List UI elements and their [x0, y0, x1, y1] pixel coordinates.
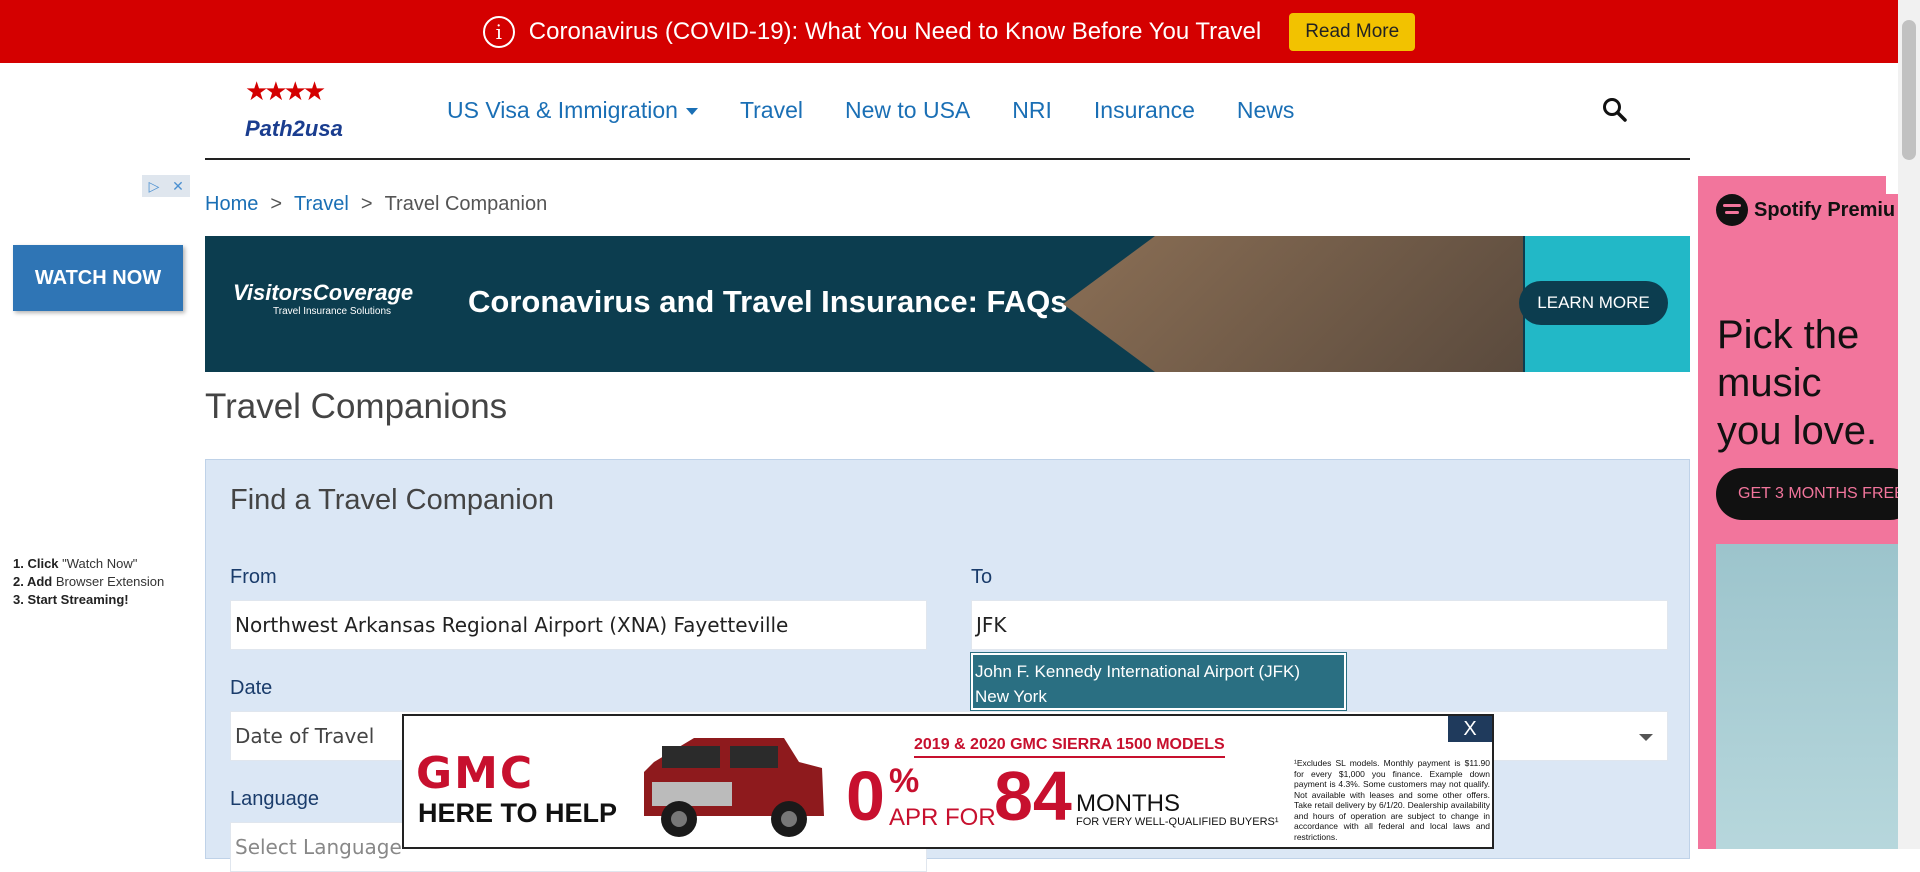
headline-line-2: music — [1717, 361, 1822, 405]
to-label: To — [971, 566, 993, 588]
banner-logo-sub: Travel Insurance Solutions — [273, 306, 392, 317]
chevron-down-icon — [1639, 734, 1653, 741]
suggestion-line-2: New York — [975, 687, 1047, 706]
ad-close-button[interactable]: X — [1448, 716, 1492, 742]
breadcrumb-travel[interactable]: Travel — [294, 193, 349, 216]
gmc-logo: GMC — [416, 748, 535, 799]
ad-close-icon[interactable]: ✕ — [166, 175, 190, 197]
gmc-bottom-ad[interactable]: X GMC HERE TO HELP 2019 & 2020 GMC SIERR… — [402, 714, 1494, 849]
logo-stars-icon: ★★★★ — [245, 75, 326, 106]
nav-new-to-usa[interactable]: New to USA — [845, 97, 970, 124]
from-label: From — [230, 566, 277, 588]
spotify-side-ad[interactable]: Spotify Premiu Pick the music you love. … — [1698, 176, 1898, 849]
gmc-percent: % — [889, 762, 920, 800]
covid-alert-bar: i Coronavirus (COVID-19): What You Need … — [0, 0, 1898, 63]
banner-logo-text: VisitorsCoverage — [233, 280, 414, 305]
banner-title: Coronavirus and Travel Insurance: FAQs — [468, 284, 1068, 319]
nav-insurance[interactable]: Insurance — [1094, 97, 1195, 124]
truck-image — [644, 738, 824, 837]
from-input[interactable]: Northwest Arkansas Regional Airport (XNA… — [230, 600, 927, 650]
gmc-tagline: HERE TO HELP — [418, 798, 618, 828]
date-label: Date — [230, 677, 273, 699]
main-nav: US Visa & Immigration Travel New to USA … — [447, 97, 1294, 124]
page-title: Travel Companions — [205, 387, 508, 426]
visitorscoverage-logo: VisitorsCoverage Travel Insurance Soluti… — [233, 280, 413, 317]
left-watch-ad: ▷ ✕ WATCH NOW 1. Click "Watch Now" 2. Ad… — [0, 175, 190, 645]
insurance-banner-ad[interactable]: VisitorsCoverage Travel Insurance Soluti… — [205, 236, 1690, 372]
ad-steps: 1. Click "Watch Now" 2. Add Browser Exte… — [13, 555, 164, 609]
info-glyph: i — [495, 19, 502, 44]
scrollbar-thumb[interactable] — [1902, 20, 1916, 160]
nav-news[interactable]: News — [1237, 97, 1295, 124]
page-scrollbar[interactable] — [1898, 0, 1920, 849]
breadcrumb: Home > Travel > Travel Companion — [205, 193, 547, 216]
gmc-models: 2019 & 2020 GMC SIERRA 1500 MODELS — [914, 736, 1225, 758]
nav-label: US Visa & Immigration — [447, 97, 678, 123]
gmc-zero: 0 — [846, 757, 885, 835]
spotify-brand: Spotify Premiu — [1754, 198, 1896, 221]
passport-virus-image — [1063, 236, 1523, 372]
path2usa-logo[interactable]: ★★★★ Path2usa — [215, 66, 415, 156]
nav-travel[interactable]: Travel — [740, 97, 803, 124]
language-label: Language — [230, 788, 319, 810]
spotify-icon — [1716, 194, 1748, 226]
date-placeholder: Date of Travel — [235, 724, 375, 748]
read-more-button[interactable]: Read More — [1289, 12, 1416, 51]
headline-line-3: you love. — [1717, 409, 1878, 453]
gmc-months: MONTHS — [1076, 790, 1180, 817]
ad-step-3: 3. Start Streaming! — [13, 591, 164, 609]
step-num: 3. Start Streaming! — [13, 592, 129, 607]
logo-text: Path2usa — [245, 115, 343, 141]
nav-nri[interactable]: NRI — [1012, 97, 1052, 124]
caret-down-icon — [685, 108, 698, 116]
to-input[interactable]: JFK — [971, 600, 1668, 650]
spotify-headline: Pick the music you love. — [1717, 311, 1877, 455]
headline-line-1: Pick the — [1717, 313, 1860, 357]
alert-text: Coronavirus (COVID-19): What You Need to… — [528, 17, 1262, 45]
ad-step-2: 2. Add Browser Extension — [13, 573, 164, 591]
learn-more-button[interactable]: LEARN MORE — [1519, 281, 1668, 325]
ad-step-1: 1. Click "Watch Now" — [13, 555, 164, 573]
gmc-months-number: 84 — [994, 757, 1072, 835]
search-icon[interactable] — [1602, 97, 1628, 123]
ad-controls: ▷ ✕ — [142, 175, 190, 197]
adchoices-icon[interactable]: ▷ — [142, 175, 166, 197]
step-text: "Watch Now" — [62, 556, 138, 571]
site-header: ★★★★ Path2usa US Visa & Immigration Trav… — [205, 63, 1690, 160]
info-circle-icon: i — [482, 15, 515, 48]
breadcrumb-separator: > — [360, 193, 373, 215]
breadcrumb-home[interactable]: Home — [205, 193, 258, 216]
spotify-logo: Spotify Premiu — [1716, 194, 1895, 226]
form-title: Find a Travel Companion — [230, 484, 554, 516]
airport-suggestion[interactable]: John F. Kennedy International Airport (J… — [970, 652, 1347, 711]
spotify-cta-button[interactable]: GET 3 MONTHS FREE — [1716, 468, 1898, 520]
spotify-image — [1716, 544, 1898, 849]
breadcrumb-current: Travel Companion — [384, 193, 548, 215]
gmc-fine-print: ¹Excludes SL models. Monthly payment is … — [1294, 758, 1490, 842]
breadcrumb-separator: > — [270, 193, 283, 215]
step-num: 1. Click — [13, 556, 59, 571]
step-num: 2. Add — [13, 574, 53, 589]
ad-corner[interactable] — [1886, 176, 1898, 194]
suggestion-line-1: John F. Kennedy International Airport (J… — [975, 662, 1301, 681]
watch-now-button[interactable]: WATCH NOW — [13, 245, 183, 311]
gmc-apr: APR FOR — [889, 804, 996, 831]
gmc-qualified: FOR VERY WELL-QUALIFIED BUYERS¹ — [1076, 816, 1279, 828]
step-text: Browser Extension — [55, 574, 165, 589]
nav-us-visa-immigration[interactable]: US Visa & Immigration — [447, 97, 698, 124]
